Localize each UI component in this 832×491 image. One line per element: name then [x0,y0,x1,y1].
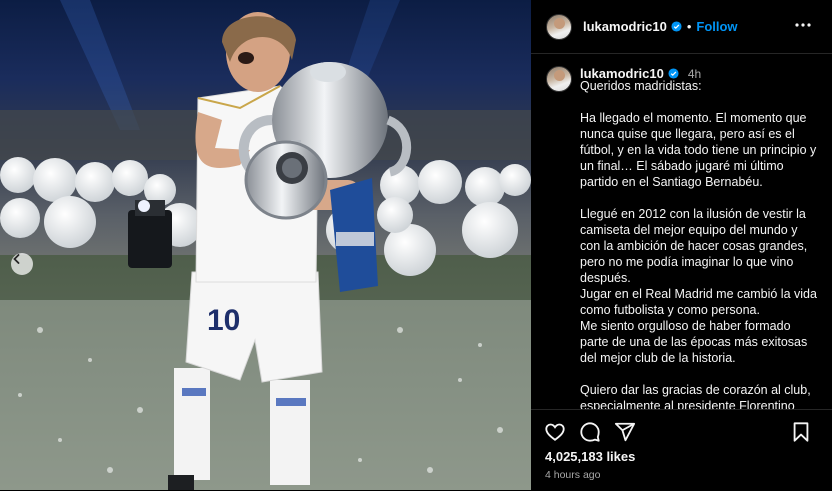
bookmark-icon[interactable] [790,421,812,448]
previous-photo-button[interactable] [11,253,33,275]
caption-text: Queridos madridistas: Ha llegado el mome… [580,79,817,409]
post-details-panel: lukamodric10 • Follow lukamodric10 4h Qu… [531,0,832,490]
separator-dot: • [686,19,692,34]
post-actions: 4,025,183 likes 4 hours ago [531,409,832,491]
comment-icon[interactable] [579,421,601,448]
follow-button[interactable]: Follow [696,19,737,34]
verified-badge-icon [671,21,682,32]
post-timestamp[interactable]: 4 hours ago [545,469,600,481]
send-icon[interactable] [614,421,636,448]
caption-section[interactable]: lukamodric10 4h Queridos madridistas: Ha… [531,54,832,409]
heart-icon[interactable] [544,421,566,448]
more-options-icon[interactable] [794,16,812,39]
caption-avatar[interactable] [546,66,572,92]
photo-illustration: 10 [0,0,531,490]
likes-count[interactable]: 4,025,183 likes [545,449,635,464]
post-photo[interactable]: 10 [0,0,531,490]
post-header: lukamodric10 • Follow [531,0,832,54]
shirt-number: 10 [207,304,240,337]
username-link[interactable]: lukamodric10 [583,19,667,34]
chevron-left-icon [13,254,20,264]
avatar[interactable] [546,13,572,40]
